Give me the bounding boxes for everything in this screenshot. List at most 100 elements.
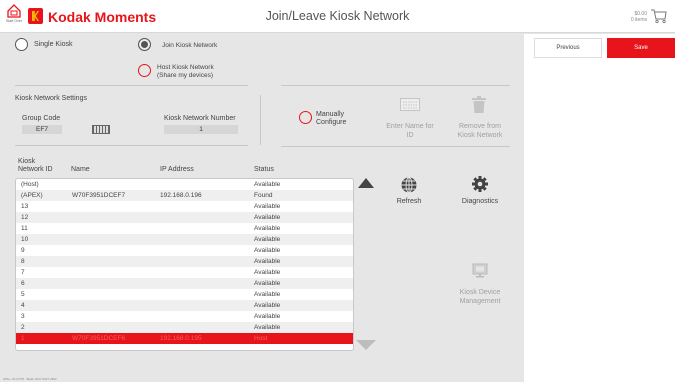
cell-status: Available (254, 181, 281, 188)
cell-id: (Host) (21, 181, 39, 188)
network-number-value[interactable]: 1 (164, 125, 238, 134)
network-number-label: Kiosk Network Number (164, 115, 236, 122)
group-code-label: Group Code (22, 115, 61, 122)
divider (15, 85, 248, 86)
cell-id: 6 (21, 280, 25, 287)
device-mgmt-label[interactable]: Kiosk Device (450, 289, 510, 296)
cell-status: Found (254, 192, 273, 199)
table-row[interactable]: 11 Available (16, 223, 353, 234)
cell-id: 2 (21, 324, 25, 331)
manual-config-radio[interactable] (299, 111, 312, 124)
trash-icon[interactable] (472, 96, 486, 113)
header-ip: IP Address (160, 166, 194, 173)
cell-id: 5 (21, 291, 25, 298)
table-row-selected[interactable]: 1 W70F3951DCEF6 192.168.0.195 Host (16, 333, 353, 344)
cart-summary[interactable]: $0.00 0 items (631, 11, 647, 23)
cell-id: (APEX) (21, 192, 43, 199)
cell-id: 1 (21, 335, 25, 342)
save-button[interactable]: Save (607, 38, 675, 58)
top-bar: Start Over Kodak Moments Join/Leave Kios… (0, 0, 675, 33)
divider (260, 95, 261, 145)
settings-title: Kiosk Network Settings (15, 95, 87, 102)
cell-status: Available (254, 225, 281, 232)
refresh-label[interactable]: Refresh (389, 198, 429, 205)
previous-button[interactable]: Previous (534, 38, 602, 58)
page-title: Join/Leave Kiosk Network (265, 9, 410, 23)
cell-status: Available (254, 236, 281, 243)
join-network-label: Join Kiosk Network (162, 42, 218, 49)
table-row[interactable]: 6 Available (16, 278, 353, 289)
cell-name: W70F3951DCEF6 (72, 335, 126, 342)
globe-icon[interactable] (401, 177, 417, 193)
cell-status: Available (254, 247, 281, 254)
table-row[interactable]: 13 Available (16, 201, 353, 212)
device-mgmt-sublabel: Management (459, 298, 501, 305)
keyboard-icon[interactable] (400, 98, 420, 111)
cell-status: Available (254, 280, 281, 287)
cell-status: Available (254, 269, 281, 276)
table-row[interactable]: 8 Available (16, 256, 353, 267)
table-row[interactable]: 7 Available (16, 267, 353, 278)
cell-status: Available (254, 258, 281, 265)
enter-name-sublabel: ID (406, 132, 414, 139)
cell-id: 4 (21, 302, 25, 309)
single-kiosk-radio[interactable] (15, 38, 28, 51)
cell-ip: 192.168.0.195 (160, 335, 202, 342)
remove-label[interactable]: Remove from (452, 123, 508, 130)
build-info: APK+ V6.0 P78 · Build: 2017.0327.2302 (3, 377, 57, 381)
scroll-down-arrow-icon[interactable] (356, 340, 376, 350)
header-name: Name (71, 166, 90, 173)
header-id-line2: Network ID (18, 166, 53, 173)
join-network-radio[interactable] (138, 38, 151, 51)
cell-id: 9 (21, 247, 25, 254)
keyboard-icon[interactable] (92, 125, 110, 134)
divider (281, 85, 510, 86)
cart-items: 0 items (630, 17, 647, 23)
table-row[interactable]: 10 Available (16, 234, 353, 245)
table-row[interactable]: 9 Available (16, 245, 353, 256)
cell-id: 10 (21, 236, 29, 243)
divider (15, 145, 248, 146)
table-row[interactable]: (APEX) W70F3951DCEF7 192.168.0.196 Found (16, 190, 353, 201)
cell-status: Available (254, 302, 281, 309)
table-row[interactable]: 2 Available (16, 322, 353, 333)
action-sidebar (524, 34, 675, 382)
enter-name-label[interactable]: Enter Name for (385, 123, 435, 130)
manual-config-sublabel: Configure (316, 119, 347, 126)
remove-sublabel: Kiosk Network (457, 132, 503, 139)
cart-icon[interactable] (650, 8, 667, 24)
cell-ip: 192.168.0.196 (160, 192, 202, 199)
cell-status: Available (254, 291, 281, 298)
host-network-sublabel: (Share my devices) (157, 72, 213, 79)
cell-name: W70F3951DCEF7 (72, 192, 126, 199)
group-code-value[interactable]: EF7 (22, 125, 62, 134)
monitor-icon[interactable] (472, 263, 488, 278)
header-id-line1: Kiosk (18, 158, 36, 165)
host-network-radio[interactable] (138, 64, 151, 77)
cell-id: 13 (21, 203, 29, 210)
scroll-up-arrow-icon[interactable] (358, 178, 374, 188)
cell-status: Available (254, 214, 281, 221)
cell-id: 3 (21, 313, 25, 320)
table-row[interactable]: 4 Available (16, 300, 353, 311)
table-row[interactable]: 3 Available (16, 311, 353, 322)
table-row[interactable]: 5 Available (16, 289, 353, 300)
header-status: Status (254, 166, 274, 173)
diagnostics-label[interactable]: Diagnostics (455, 198, 505, 205)
cell-status: Host (254, 335, 268, 342)
cell-id: 8 (21, 258, 25, 265)
gear-icon[interactable] (472, 176, 488, 192)
single-kiosk-label: Single Kiosk (34, 41, 73, 48)
cell-id: 11 (21, 225, 28, 232)
cell-id: 12 (21, 214, 29, 221)
cell-status: Available (254, 324, 281, 331)
cell-status: Available (254, 313, 281, 320)
cell-status: Available (254, 203, 281, 210)
network-table: (Host) Available (APEX) W70F3951DCEF7 192.1… (15, 178, 354, 351)
manual-config-label: Manually (316, 111, 345, 118)
cell-id: 7 (21, 269, 25, 276)
table-row[interactable]: 12 Available (16, 212, 353, 223)
divider (281, 146, 510, 147)
host-network-label: Host Kiosk Network (157, 64, 214, 71)
table-row[interactable]: (Host) Available (16, 179, 353, 190)
